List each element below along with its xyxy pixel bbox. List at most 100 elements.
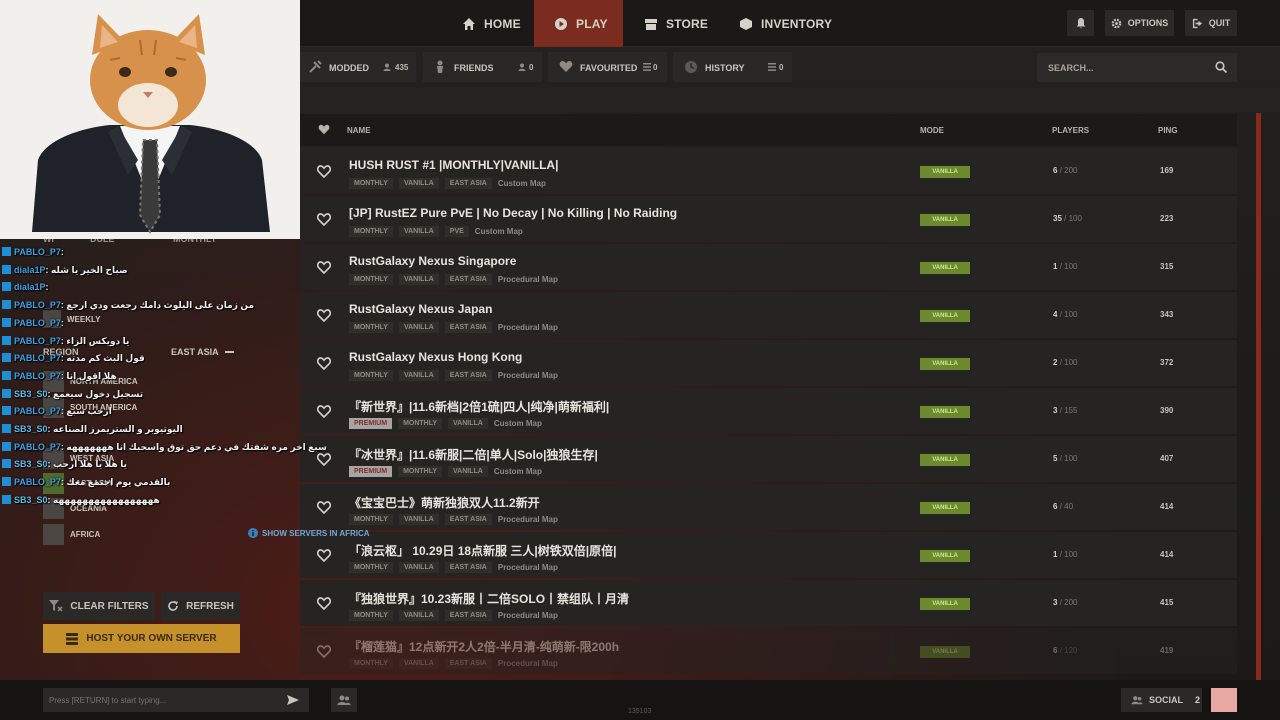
chat-message: PABLO_P7: سبع اخر مره شفتك في دعم حق توق…: [2, 441, 327, 453]
server-tag: VANILLA: [448, 418, 488, 429]
players-max: / 100: [1059, 310, 1078, 319]
tab-home[interactable]: HOME: [462, 0, 521, 47]
refresh-button[interactable]: REFRESH: [161, 592, 240, 620]
server-row[interactable]: RustGalaxy Nexus Singapore MONTHLY VANILL…: [300, 244, 1237, 290]
host-server-button[interactable]: HOST YOUR OWN SERVER: [43, 624, 240, 653]
checkbox[interactable]: [43, 524, 64, 545]
heart-icon[interactable]: [318, 124, 330, 135]
map-type: Custom Map: [474, 227, 523, 236]
search-icon[interactable]: [1215, 61, 1227, 73]
favourite-heart-icon[interactable]: [317, 501, 331, 514]
store-icon: [645, 18, 657, 30]
server-list-scrollbar[interactable]: [1256, 113, 1261, 680]
chat-message: PABLO_P7:: [2, 247, 64, 257]
favourite-heart-icon[interactable]: [317, 453, 331, 466]
mode-badge: VANILLA: [920, 166, 970, 178]
server-tag: VANILLA: [398, 274, 439, 285]
search-box[interactable]: [1037, 53, 1237, 82]
twitch-icon: [2, 353, 11, 363]
server-row[interactable]: 『冰世界』|11.6新服|二倍|单人|Solo|独狼生存| PREMIUM MON…: [300, 436, 1237, 482]
players-max: / 155: [1059, 406, 1078, 415]
server-tag: EAST ASIA: [444, 658, 492, 669]
filter-strip: [300, 88, 1280, 112]
chat-message: diala1P: صباح الخير يا شله: [2, 264, 128, 276]
tab-play[interactable]: PLAY: [534, 0, 623, 47]
region-africa[interactable]: AFRICA: [43, 524, 100, 545]
chat-username: PABLO_P7: [14, 477, 61, 488]
ping-value: 415: [1160, 598, 1174, 607]
options-button[interactable]: OPTIONS: [1105, 10, 1174, 36]
server-row[interactable]: RustGalaxy Nexus Hong Kong MONTHLY VANILL…: [300, 340, 1237, 386]
show-africa-link[interactable]: SHOW SERVERS IN AFRICA: [248, 528, 370, 538]
favourite-heart-icon[interactable]: [317, 597, 331, 610]
server-tags: MONTHLY VANILLA PVE Custom Map: [349, 225, 523, 238]
list-icon: [768, 63, 776, 71]
social-button[interactable]: SOCIAL 2: [1121, 688, 1202, 712]
server-tag: MONTHLY: [349, 562, 393, 573]
filter-friends-button[interactable]: FRIENDS 0: [423, 52, 542, 82]
avatar[interactable]: [1211, 688, 1237, 712]
chat-text: :: [60, 247, 64, 257]
chat-box[interactable]: [43, 688, 309, 712]
group-icon: [1131, 696, 1143, 705]
server-row[interactable]: HUSH RUST #1 |MONTHLY|VANILLA| MONTHLY VA…: [300, 148, 1237, 194]
server-row[interactable]: 《宝宝巴士》萌新独狼双人11.2新开 MONTHLY VANILLA EAST AS…: [300, 484, 1237, 530]
favourite-heart-icon[interactable]: [317, 357, 331, 370]
column-header-name[interactable]: NAME: [347, 126, 371, 135]
chat-username: diala1P: [14, 282, 46, 293]
filter-favourited-count: 0: [653, 63, 658, 72]
filter-favourited-button[interactable]: FAVOURITED 0: [548, 52, 667, 82]
chat-username: PABLO_P7: [14, 406, 61, 417]
tab-store[interactable]: STORE: [644, 0, 708, 47]
friends-icon: [437, 60, 443, 73]
map-type: Custom Map: [493, 467, 542, 476]
favourite-heart-icon[interactable]: [317, 213, 331, 226]
server-row[interactable]: 『新世界』|11.6新档|2倍1硫|四人|纯净|萌新福利| PREMIUM MON…: [300, 388, 1237, 434]
column-header-mode[interactable]: MODE: [920, 126, 944, 135]
clear-filters-button[interactable]: CLEAR FILTERS: [43, 592, 155, 620]
show-africa-label: SHOW SERVERS IN AFRICA: [262, 528, 370, 538]
chat-message: PABLO_P7: ارحب سبع: [2, 406, 112, 417]
column-header-ping[interactable]: PING: [1158, 126, 1178, 135]
player-count: 35 / 100: [1053, 214, 1082, 223]
ping-value: 315: [1160, 262, 1174, 271]
column-header-players[interactable]: PLAYERS: [1052, 126, 1089, 135]
server-tag: EAST ASIA: [444, 370, 492, 381]
player-count: 5 / 100: [1053, 454, 1077, 463]
server-row[interactable]: 『独狼世界』10.23新服丨二倍SOLO丨禁组队丨月清 MONTHLY VANIL…: [300, 580, 1237, 626]
server-row[interactable]: 「浪云枢」 10.29日 18点新服 三人|树铁双倍|原倍| MONTHLY VA…: [300, 532, 1237, 578]
tab-inventory[interactable]: INVENTORY: [739, 0, 832, 47]
map-type: Procedural Map: [497, 659, 558, 668]
favourite-heart-icon[interactable]: [317, 261, 331, 274]
chat-users-button[interactable]: [331, 688, 357, 712]
server-tag: MONTHLY: [349, 370, 393, 381]
chat-input[interactable]: [49, 695, 274, 705]
search-input[interactable]: [1048, 62, 1208, 73]
players-max: / 100: [1064, 214, 1082, 223]
favourite-heart-icon[interactable]: [317, 645, 331, 658]
notifications-button[interactable]: [1067, 10, 1094, 36]
quit-button[interactable]: QUIT: [1185, 10, 1237, 36]
players-current: 3: [1053, 598, 1058, 607]
build-number: 135103: [628, 708, 652, 715]
chat-message: SB3_S0: يا هلا يا هلا ارحب: [2, 459, 127, 470]
favourite-heart-icon[interactable]: [317, 165, 331, 178]
filter-history-button[interactable]: HISTORY 0: [673, 52, 792, 82]
send-icon[interactable]: [287, 695, 299, 705]
server-row[interactable]: RustGalaxy Nexus Japan MONTHLY VANILLA EAS…: [300, 292, 1237, 338]
server-row[interactable]: 『榴莲猫』12点新开2人2倍-半月清-纯萌新-限200h MONTHLY VANI…: [300, 628, 1237, 674]
server-icon: [66, 632, 79, 645]
filter-modded-label: MODDED: [329, 63, 369, 73]
server-tags: MONTHLY VANILLA EAST ASIA Procedural Map: [349, 273, 558, 286]
favourite-heart-icon[interactable]: [317, 549, 331, 562]
chat-text: : اليوتيوبر و الستريمرز الصناعه: [47, 424, 183, 434]
chat-text: : قول البث كم مدته: [60, 353, 145, 364]
region-dropdown-value[interactable]: EAST ASIA: [171, 347, 219, 357]
chat-username: diala1P: [14, 264, 46, 275]
server-name: 「浪云枢」 10.29日 18点新服 三人|树铁双倍|原倍|: [349, 544, 617, 558]
collapse-icon[interactable]: [225, 351, 234, 353]
favourite-heart-icon[interactable]: [317, 405, 331, 418]
favourite-heart-icon[interactable]: [317, 309, 331, 322]
server-row[interactable]: [JP] RustEZ Pure PvE | No Decay | No Kil…: [300, 196, 1237, 242]
filter-modded-button[interactable]: MODDED 435: [300, 52, 416, 82]
